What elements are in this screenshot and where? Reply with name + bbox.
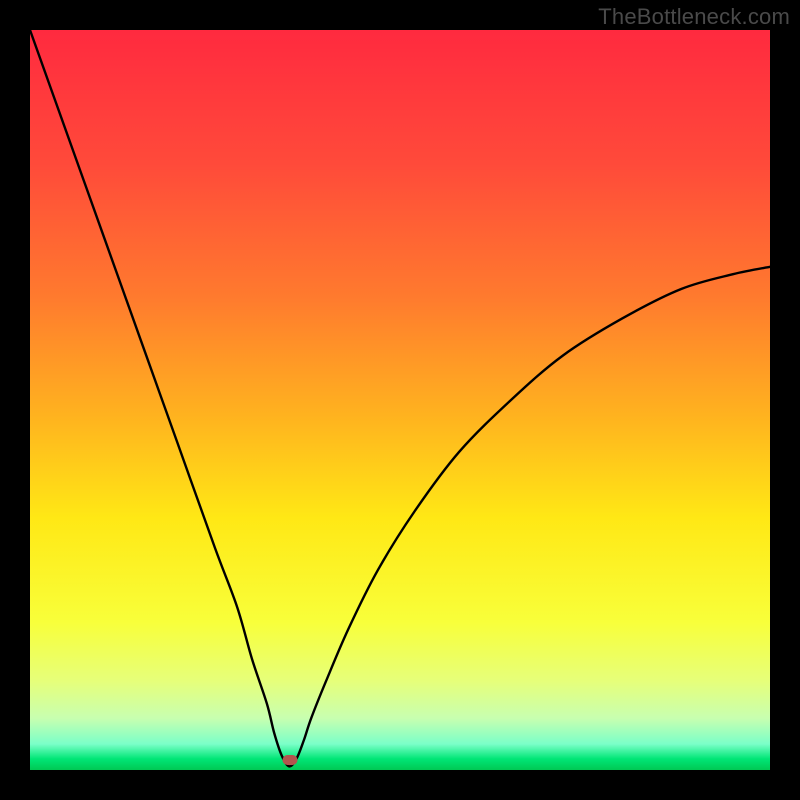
chart-frame: TheBottleneck.com <box>0 0 800 800</box>
gradient-plot-area <box>30 30 770 770</box>
watermark-text: TheBottleneck.com <box>598 4 790 30</box>
min-marker <box>283 755 298 765</box>
bottleneck-curve <box>30 30 770 770</box>
